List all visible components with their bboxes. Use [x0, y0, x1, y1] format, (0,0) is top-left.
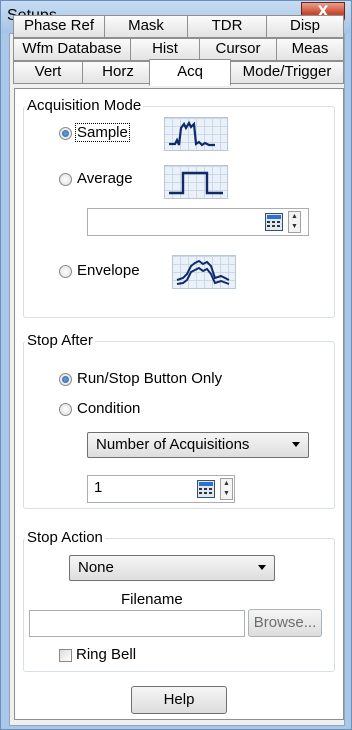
sample-radio[interactable] [59, 127, 72, 140]
condition-dropdown[interactable]: Number of Acquisitions [87, 432, 309, 458]
help-button[interactable]: Help [131, 686, 227, 714]
chevron-down-icon [292, 442, 300, 447]
average-count-spinner[interactable]: ▲ ▼ [288, 211, 301, 233]
stop-action-value: None [78, 559, 114, 576]
tab-tdr[interactable]: TDR [187, 15, 267, 38]
envelope-wave-icon [172, 255, 236, 289]
sample-option[interactable]: Sample [75, 123, 130, 142]
spin-up-icon[interactable]: ▲ [289, 212, 300, 222]
average-wave-icon [164, 165, 228, 199]
spin-down-icon[interactable]: ▼ [289, 222, 300, 232]
sample-label: Sample [75, 123, 130, 142]
envelope-label[interactable]: Envelope [77, 262, 140, 280]
condition-value: Number of Acquisitions [96, 436, 250, 453]
tab-hist[interactable]: Hist [130, 38, 200, 61]
browse-button[interactable]: Browse... [248, 609, 322, 637]
tab-wfm-database[interactable]: Wfm Database [13, 38, 131, 61]
stop-action-label: Stop Action [25, 529, 105, 546]
tab-mode-trigger[interactable]: Mode/Trigger [230, 61, 344, 84]
stop-after-label: Stop After [25, 332, 95, 349]
spin-down-icon[interactable]: ▼ [221, 489, 232, 499]
calculator-icon[interactable] [265, 213, 283, 231]
run-stop-radio[interactable] [59, 373, 72, 386]
spin-up-icon[interactable]: ▲ [221, 479, 232, 489]
average-radio[interactable] [59, 173, 72, 186]
sample-wave-icon [164, 117, 228, 151]
tab-disp[interactable]: Disp [266, 15, 344, 38]
tab-meas[interactable]: Meas [276, 38, 344, 61]
ring-bell-checkbox[interactable] [59, 649, 72, 662]
tab-vert[interactable]: Vert [13, 61, 83, 84]
acquisition-mode-label: Acquisition Mode [25, 97, 144, 114]
ring-bell-label[interactable]: Ring Bell [76, 646, 136, 664]
acquisition-count-spinner[interactable]: ▲ ▼ [220, 478, 233, 500]
run-stop-label[interactable]: Run/Stop Button Only [77, 370, 222, 388]
tab-horz[interactable]: Horz [82, 61, 154, 84]
acq-panel: Acquisition Mode Sample Average ▲ ▼ Enve… [14, 88, 344, 720]
filename-label: Filename [121, 591, 183, 608]
envelope-radio[interactable] [59, 265, 72, 278]
tab-cursor[interactable]: Cursor [199, 38, 277, 61]
average-label[interactable]: Average [77, 170, 133, 188]
calculator-icon[interactable] [197, 480, 215, 498]
tab-mask[interactable]: Mask [104, 15, 188, 38]
setups-window: Setups X Phase Ref Mask TDR Disp Wfm Dat… [0, 0, 352, 730]
stop-action-dropdown[interactable]: None [69, 555, 275, 581]
tab-phase-ref[interactable]: Phase Ref [13, 15, 105, 38]
tab-acq[interactable]: Acq [149, 59, 231, 86]
condition-radio[interactable] [59, 403, 72, 416]
condition-label[interactable]: Condition [77, 400, 140, 418]
chevron-down-icon [258, 565, 266, 570]
filename-input[interactable] [29, 610, 245, 637]
